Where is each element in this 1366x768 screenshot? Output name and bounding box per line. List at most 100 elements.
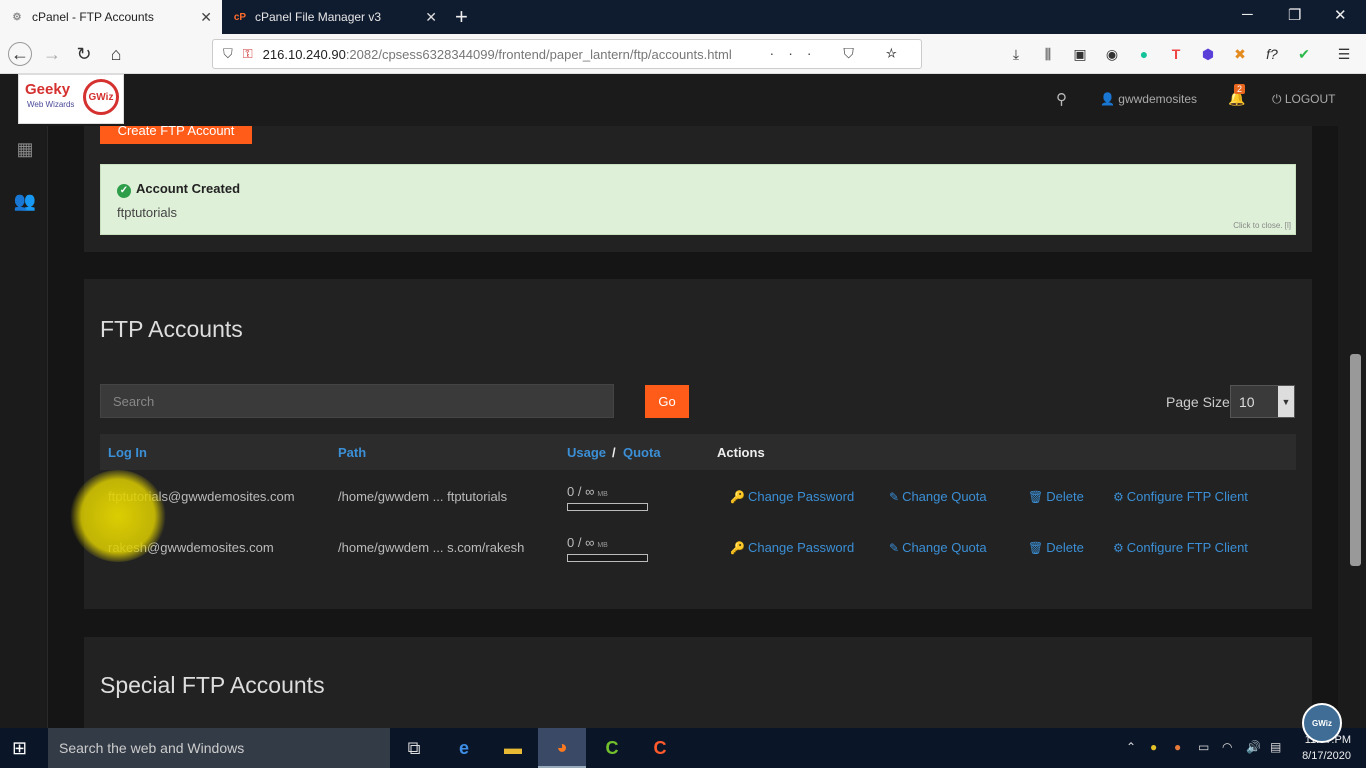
column-actions: Actions (717, 445, 765, 460)
firefox-icon[interactable]: ◕ (538, 728, 586, 768)
browser-nav-bar: ← → ↻ ⌂ ⛉ ⚿ 216.10.240.90:2082/cpsess632… (0, 34, 1366, 74)
action-label: Change Quota (902, 540, 987, 555)
downloads-icon[interactable]: ⤓ (1006, 44, 1026, 64)
home-icon[interactable]: ⌂ (104, 42, 128, 66)
scrollbar-thumb[interactable] (1350, 354, 1361, 566)
usage-unit: MB (597, 491, 608, 498)
taskbar-search[interactable]: Search the web and Windows (48, 728, 390, 768)
special-ftp-title: Special FTP Accounts (100, 672, 325, 698)
address-bar[interactable]: ⛉ ⚿ 216.10.240.90:2082/cpsess6328344099/… (212, 39, 922, 69)
logout-link[interactable]: ⏻ LOGOUT (1272, 92, 1336, 107)
windows-start-icon[interactable]: ⊞ (12, 738, 27, 759)
action-label: Delete (1046, 489, 1084, 504)
function-extension-icon[interactable]: f? (1262, 44, 1282, 64)
minimize-button[interactable]: ─ (1242, 6, 1253, 23)
page-size-value: 10 (1239, 393, 1255, 410)
logo-name: Geeky (25, 81, 71, 98)
volume-icon[interactable]: 🔊 (1246, 740, 1261, 754)
camtasia-recorder-icon[interactable]: C (636, 728, 684, 768)
change-password-link[interactable]: 🔑 Change Password (730, 489, 854, 504)
tray-app2-icon[interactable]: ● (1174, 740, 1181, 754)
alert-title: ✓ Account Created (117, 181, 240, 198)
menu-icon[interactable]: ☰ (1334, 44, 1354, 64)
search-icon[interactable]: ⚲ (1056, 90, 1067, 108)
account-icon[interactable]: ◉ (1102, 44, 1122, 64)
tab-cpanel-ftp-accounts[interactable]: ⚙ cPanel - FTP Accounts ✕ (0, 0, 222, 34)
pencil-icon: ✎ (889, 490, 900, 504)
usage-progress-bar (567, 503, 648, 511)
go-button[interactable]: Go (645, 385, 689, 418)
alert-title-text: Account Created (136, 181, 241, 196)
success-alert[interactable]: ✓ Account Created ftptutorials Click to c… (100, 164, 1296, 235)
back-arrow-icon[interactable]: ← (8, 42, 32, 66)
edge-icon[interactable]: e (440, 728, 488, 768)
create-panel: Create FTP Account ✓ Account Created ftpt… (84, 126, 1312, 252)
sidebar-icon[interactable]: ▣ (1070, 44, 1090, 64)
camtasia-icon[interactable]: C (588, 728, 636, 768)
delete-link[interactable]: 🗑 Delete (1028, 540, 1084, 555)
hex-extension-icon[interactable]: ⬢ (1198, 44, 1218, 64)
users-icon[interactable]: 👥 (14, 190, 36, 212)
usage-unit: MB (597, 542, 608, 549)
browser-tab-bar: ⚙ cPanel - FTP Accounts ✕ cP cPanel File… (0, 0, 1366, 34)
column-quota[interactable]: Quota (623, 445, 661, 460)
cross-extension-icon[interactable]: ✖ (1230, 44, 1250, 64)
search-input[interactable] (100, 384, 614, 418)
configure-ftp-client-link[interactable]: ⚙ Configure FTP Client (1113, 489, 1248, 504)
delete-link[interactable]: 🗑 Delete (1028, 489, 1084, 504)
column-usage[interactable]: Usage (567, 445, 606, 460)
shield-icon: ⛉ (223, 46, 233, 61)
row-usage: 0 / ∞ MB (567, 484, 608, 499)
change-quota-link[interactable]: ✎ Change Quota (889, 540, 987, 555)
notifications-bell-icon[interactable]: 🔔 2 (1228, 84, 1245, 107)
user-menu[interactable]: 👤 gwwdemosites (1100, 92, 1197, 106)
alert-close-hint[interactable]: Click to close. [l] (1233, 221, 1291, 230)
tab-label: cPanel - FTP Accounts (32, 10, 154, 24)
close-tab-icon[interactable]: ✕ (425, 9, 437, 26)
action-label: Change Quota (902, 489, 987, 504)
logout-label: LOGOUT (1284, 92, 1336, 106)
maximize-button[interactable]: ❐ (1288, 6, 1301, 24)
gwiz-watermark-badge: GWiz (1302, 703, 1342, 743)
grid-icon[interactable]: ▦ (14, 138, 36, 160)
change-quota-link[interactable]: ✎ Change Quota (889, 489, 987, 504)
action-center-icon[interactable]: ▤ (1270, 740, 1281, 754)
column-login[interactable]: Log In (108, 445, 147, 460)
wifi-icon[interactable]: ◠ (1222, 740, 1232, 754)
left-sidebar: ▦ 👥 (0, 126, 48, 728)
battery-icon[interactable]: ▭ (1198, 740, 1209, 754)
check-circle-icon: ✓ (117, 184, 131, 198)
folder-icon[interactable]: ▬ (489, 728, 537, 768)
row-usage: 0 / ∞ MB (567, 535, 608, 550)
check-extension-icon[interactable]: ✔ (1294, 44, 1314, 64)
tray-chevron-icon[interactable]: ⌃ (1126, 740, 1136, 754)
table-header: Log In Path Usage / Quota Actions (100, 434, 1296, 470)
page-size-select[interactable]: 10 ▼ (1230, 385, 1295, 418)
pencil-icon: ✎ (889, 541, 900, 555)
tray-app-icon[interactable]: ● (1150, 740, 1157, 754)
page-scrollbar[interactable] (1338, 74, 1366, 728)
geeky-logo[interactable]: Geeky Web Wizards GWiz (18, 74, 124, 124)
column-path[interactable]: Path (338, 445, 366, 460)
tab-label: cPanel File Manager v3 (255, 10, 382, 24)
url-text: 216.10.240.90:2082/cpsess6328344099/fron… (263, 47, 732, 62)
create-ftp-account-button[interactable]: Create FTP Account (100, 126, 252, 144)
change-password-link[interactable]: 🔑 Change Password (730, 540, 854, 555)
row-path: /home/gwwdem ... ftptutorials (338, 489, 508, 504)
reload-icon[interactable]: ↻ (72, 42, 96, 66)
close-window-button[interactable]: ✕ (1334, 6, 1347, 24)
text-extension-icon[interactable]: T (1166, 44, 1186, 64)
configure-ftp-client-link[interactable]: ⚙ Configure FTP Client (1113, 540, 1248, 555)
tab-cpanel-file-manager[interactable]: cP cPanel File Manager v3 ✕ (223, 0, 447, 34)
url-actions[interactable]: ··· ⛉ ☆ (770, 45, 911, 62)
forward-arrow-icon[interactable]: → (40, 42, 64, 66)
username: gwwdemosites (1118, 92, 1197, 106)
close-tab-icon[interactable]: ✕ (200, 9, 212, 26)
library-icon[interactable]: ⫼ (1038, 44, 1058, 64)
grammarly-icon[interactable]: ● (1134, 44, 1154, 64)
task-view-icon[interactable]: ⧉ (390, 728, 438, 768)
new-tab-button[interactable]: + (455, 4, 468, 30)
windows-taskbar: ⊞ Search the web and Windows ⧉ e ▬ ◕ C C… (0, 728, 1366, 768)
gear-icon: ⚙ (1113, 490, 1124, 504)
notification-badge: 2 (1234, 84, 1246, 94)
